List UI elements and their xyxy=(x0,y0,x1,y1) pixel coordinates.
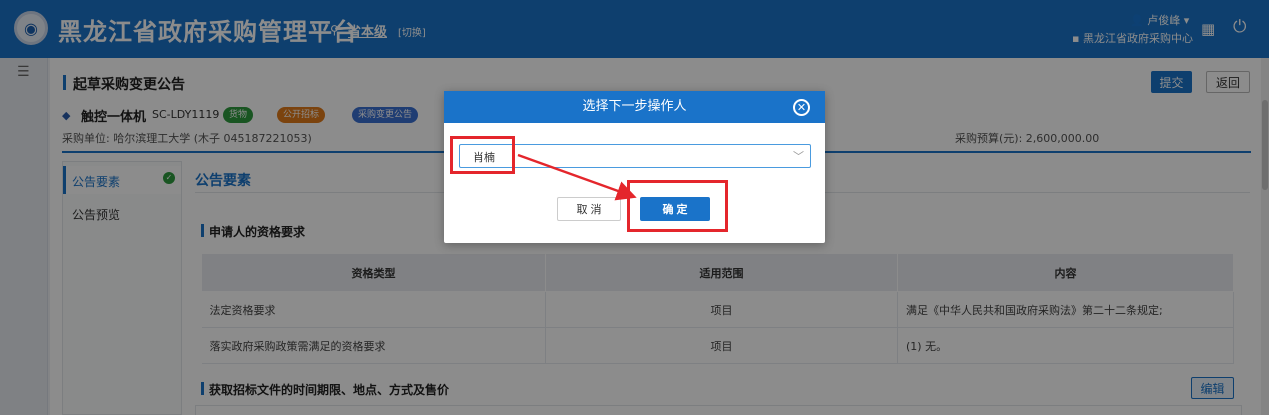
chevron-down-icon: ﹀ xyxy=(793,150,804,163)
cancel-button[interactable]: 取 消 xyxy=(557,197,621,221)
close-circle-icon[interactable]: ✕ xyxy=(793,99,810,116)
highlight-confirm-box xyxy=(627,180,728,232)
dialog-title: 选择下一步操作人 xyxy=(444,91,825,123)
highlight-select-box xyxy=(450,136,515,174)
